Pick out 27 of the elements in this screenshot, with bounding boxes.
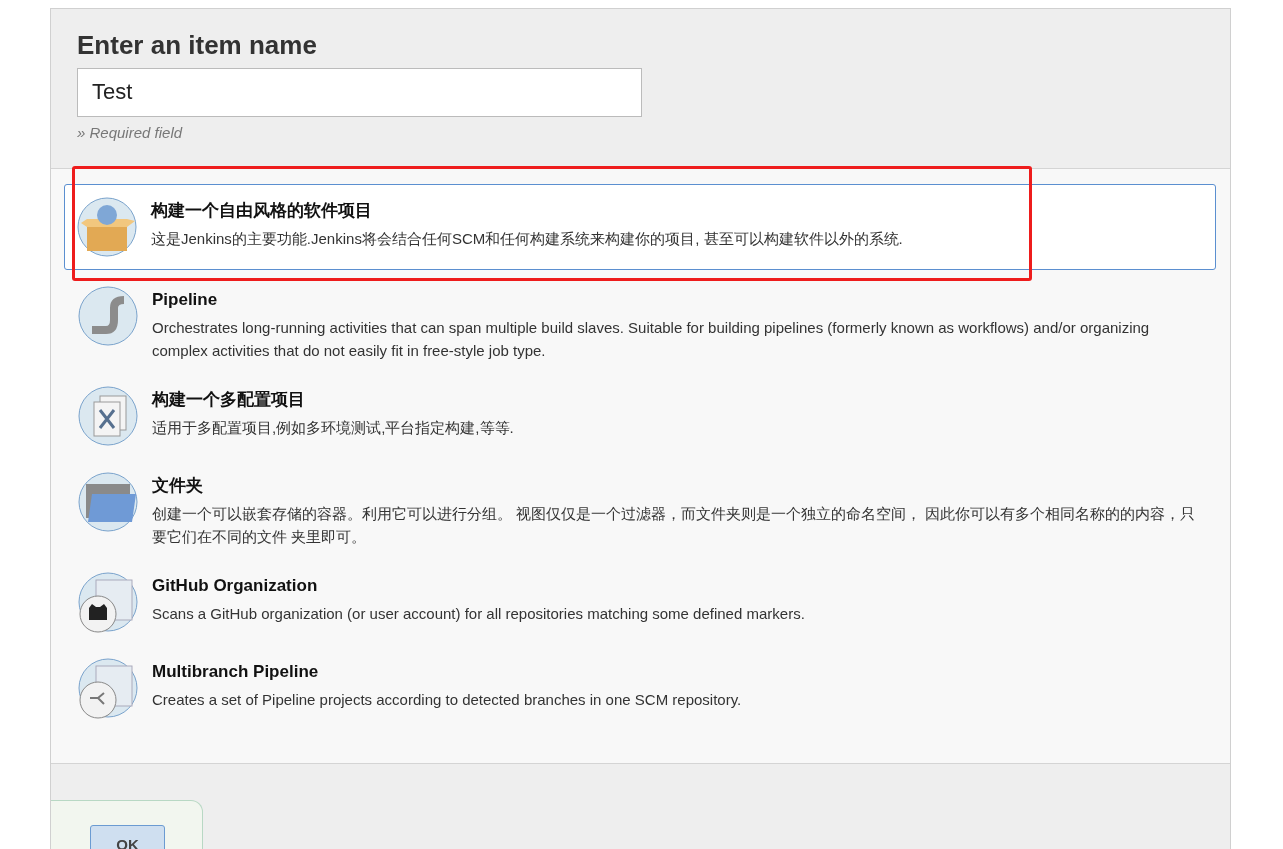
- item-type-description: Creates a set of Pipeline projects according to detected branches in one SCM repository.: [152, 690, 742, 710]
- item-type-description: 创建一个可以嵌套存储的容器。利用它可以进行分组。 视图仅仅是一个过滤器，而文件夹则是一个独立的命名空间， 因此你可以有多个相同名称的的内容，只要它们在不同的文件 夹里即可。: [152, 504, 1197, 547]
- item-type-option[interactable]: GitHub Organization Scans a GitHub organization (or user account) for all repositories matching some defined markers.: [65, 571, 1216, 657]
- folder-icon: [78, 472, 140, 534]
- item-type-title: 构建一个自由风格的软件项目: [151, 200, 373, 222]
- required-hint: » Required field: [77, 122, 184, 143]
- item-name-field[interactable]: Test: [77, 67, 642, 117]
- item-type-description: 这是Jenkins的主要功能.Jenkins将会结合任何SCM和任何构建系统来构建你的项目, 甚至可以构建软件以外的系统.: [151, 229, 903, 249]
- item-type-option[interactable]: 构建一个多配置项目 适用于多配置项目,例如多环境测试,平台指定构建,等等.: [65, 385, 1216, 471]
- item-type-option[interactable]: 构建一个自由风格的软件项目 这是Jenkins的主要功能.Jenkins将会结合任何SCM和任何构建系统来构建你的项目, 甚至可以构建软件以外的系统.: [64, 184, 1216, 270]
- item-type-title: 文件夹: [152, 475, 204, 497]
- item-type-title: Pipeline: [152, 289, 219, 311]
- ok-button[interactable]: OK: [90, 825, 165, 849]
- item-type-description: 适用于多配置项目,例如多环境测试,平台指定构建,等等.: [152, 418, 514, 438]
- item-type-title: 构建一个多配置项目: [152, 389, 306, 411]
- box-icon: [77, 197, 139, 259]
- item-type-title: GitHub Organization: [152, 575, 319, 597]
- section-title: Enter an item name: [77, 29, 318, 62]
- item-type-option[interactable]: Multibranch Pipeline Creates a set of Pipeline projects according to detected branches in one SCM repository.: [65, 657, 1216, 743]
- item-type-title: Multibranch Pipeline: [152, 661, 320, 683]
- branch-folder-icon: [78, 658, 140, 720]
- item-type-option[interactable]: 文件夹 创建一个可以嵌套存储的容器。利用它可以进行分组。 视图仅仅是一个过滤器，而文件夹则是一个独立的命名空间， 因此你可以有多个相同名称的的内容，只要它们在不同的文件 夹里即可。: [65, 471, 1216, 571]
- item-type-description: Orchestrates long-running activities that can span multiple build slaves. Suitable for building pipelines (formerly known as workflows) and/or organizing complex activities that do not easily fit in free-style job type.: [152, 318, 1151, 361]
- pipe-icon: [78, 286, 140, 348]
- item-type-description: Scans a GitHub organization (or user account) for all repositories matching some defined markers.: [152, 604, 805, 624]
- tools-document-icon: [78, 386, 140, 448]
- cat-folder-icon: [78, 572, 140, 634]
